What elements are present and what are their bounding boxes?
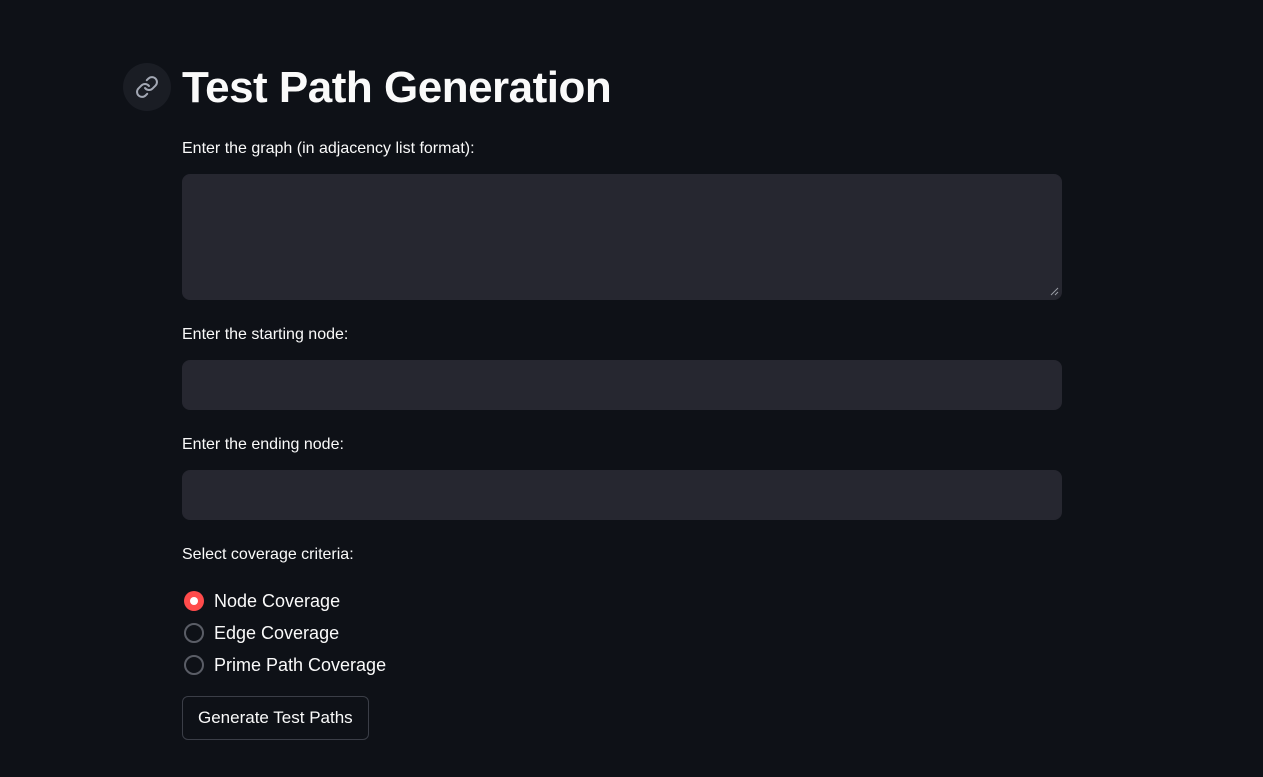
coverage-radio-group: Node Coverage Edge Coverage Prime Path C…	[182, 585, 386, 681]
start-node-label: Enter the starting node:	[182, 326, 349, 343]
app-page: Test Path Generation Enter the graph (in…	[0, 0, 1263, 777]
start-node-input[interactable]	[182, 360, 1062, 410]
radio-option-label: Edge Coverage	[214, 622, 340, 643]
page-title: Test Path Generation	[182, 63, 612, 112]
radio-button-checked[interactable]	[184, 591, 204, 611]
radio-option-label: Prime Path Coverage	[214, 654, 387, 675]
end-node-input[interactable]	[182, 470, 1062, 520]
radio-button[interactable]	[184, 623, 204, 643]
graph-input-label: Enter the graph (in adjacency list forma…	[182, 140, 475, 157]
radio-button[interactable]	[184, 655, 204, 675]
end-node-label: Enter the ending node:	[182, 436, 344, 453]
resize-grip-icon[interactable]	[1050, 287, 1059, 296]
link-icon	[136, 76, 158, 98]
radio-option-prime-path-coverage[interactable]: Prime Path Coverage	[182, 649, 386, 681]
radio-option-edge-coverage[interactable]: Edge Coverage	[182, 617, 386, 649]
radio-option-node-coverage[interactable]: Node Coverage	[182, 585, 386, 617]
header-anchor-link[interactable]	[123, 63, 171, 111]
radio-option-label: Node Coverage	[214, 590, 341, 611]
coverage-criteria-label: Select coverage criteria:	[182, 546, 354, 563]
generate-test-paths-button[interactable]: Generate Test Paths	[182, 696, 369, 740]
graph-textarea[interactable]	[182, 174, 1062, 300]
